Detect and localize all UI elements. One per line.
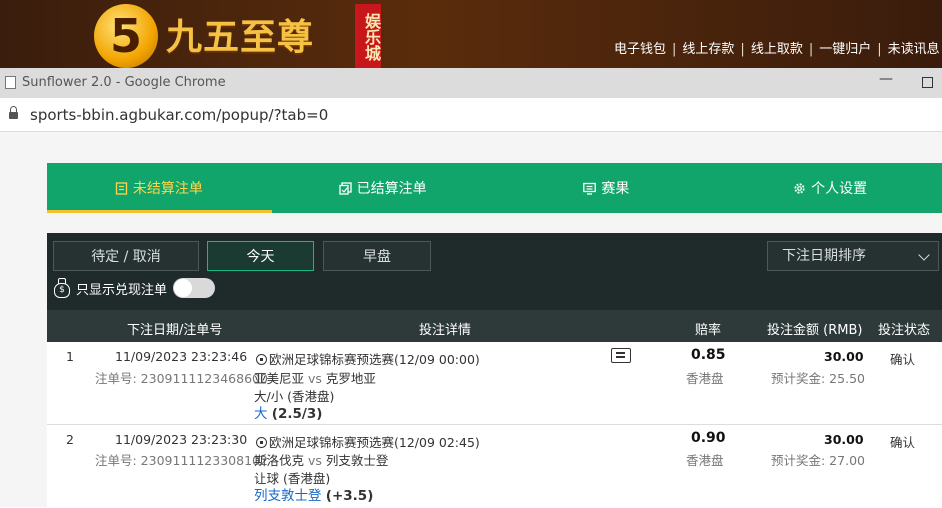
nav-withdraw[interactable]: 线上取款 xyxy=(751,38,803,57)
handicap-line: (2.5/3) xyxy=(271,406,323,422)
row-index: 2 xyxy=(66,432,74,447)
selection-line: 大 (2.5/3) xyxy=(254,402,322,422)
tab-unsettled[interactable]: 未结算注单 xyxy=(47,163,272,213)
receipt-icon xyxy=(115,181,128,195)
league-line: 欧洲足球锦标赛预选赛(12/09 00:00) xyxy=(256,349,480,368)
logo-seal: 娱乐城 xyxy=(355,4,381,68)
row-index: 1 xyxy=(66,349,74,364)
lock-icon xyxy=(9,106,18,120)
cashout-label: 只显示兑现注单 xyxy=(76,282,168,298)
league-name: 欧洲足球锦标赛预选赛(12/09 02:45) xyxy=(269,435,480,450)
selection-line: 列支敦士登 (+3.5) xyxy=(254,484,373,504)
status-badge: 确认 xyxy=(890,352,916,367)
tab-label: 未结算注单 xyxy=(132,181,203,197)
chevron-down-icon xyxy=(918,249,930,261)
match-teams: 斯洛伐克 vs 列支敦士登 xyxy=(254,450,388,469)
bet-datetime: 11/09/2023 23:23:46 xyxy=(115,349,248,364)
nav-messages[interactable]: 未读讯息 xyxy=(888,38,940,57)
scoreboard-icon xyxy=(583,182,597,195)
vs-label: vs xyxy=(308,371,322,386)
soccer-ball-icon xyxy=(256,354,267,365)
logo-emblem: 5 xyxy=(94,4,158,68)
away-team: 列支敦士登 xyxy=(325,453,389,468)
window-title: Sunflower 2.0 - Google Chrome xyxy=(22,75,226,90)
sort-select[interactable]: 下注日期排序 xyxy=(767,241,939,271)
page-icon xyxy=(5,76,16,89)
expected-payout: 预计奖金: 27.00 xyxy=(771,453,865,468)
league-line: 欧洲足球锦标赛预选赛(12/09 02:45) xyxy=(256,432,480,451)
header-amount: 投注金额 (RMB) xyxy=(767,323,863,338)
odds-value: 0.85 xyxy=(691,347,726,363)
tab-label: 已结算注单 xyxy=(356,181,427,197)
site-banner: 5 九五至尊 娱乐城 电子钱包 | 线上存款 | 线上取款 | 一键归户 | 未读讯息 xyxy=(0,0,942,68)
address-bar: sports-bbin.agbukar.com/popup/?tab=0 xyxy=(0,98,942,132)
bet-datetime: 11/09/2023 23:23:30 xyxy=(115,432,248,447)
header-date-ticket: 下注日期/注单号 xyxy=(127,323,223,338)
tab-results[interactable]: 赛果 xyxy=(495,163,719,213)
nav-consolidate[interactable]: 一键归户 xyxy=(819,38,871,57)
window-titlebar: Sunflower 2.0 - Google Chrome — xyxy=(0,68,942,98)
logo-text: 九五至尊 xyxy=(166,16,315,58)
nav-separator: | xyxy=(808,42,814,57)
nav-separator: | xyxy=(877,42,882,57)
cashout-filter: $ 只显示兑现注单 xyxy=(53,278,216,298)
nav-deposit[interactable]: 线上存款 xyxy=(682,38,734,57)
selection: 大 xyxy=(254,406,268,422)
table-header: 下注日期/注单号 投注详情 赔率 投注金额 (RMB) 投注状态 xyxy=(47,310,942,342)
sort-select-value: 下注日期排序 xyxy=(782,248,866,264)
settled-icon xyxy=(338,181,352,195)
money-bag-icon: $ xyxy=(53,278,71,298)
table-row: 2 11/09/2023 23:23:30 注单号: 2309111123308… xyxy=(47,425,942,508)
ticket-number: 注单号: 2309111123468600 xyxy=(95,371,268,386)
nav-separator: | xyxy=(740,42,745,57)
league-name: 欧洲足球锦标赛预选赛(12/09 00:00) xyxy=(269,352,480,367)
stake-amount: 30.00 xyxy=(824,432,864,447)
odds-type: 香港盘 xyxy=(686,371,724,386)
home-team: 亚美尼亚 xyxy=(254,371,305,386)
soccer-ball-icon xyxy=(256,437,267,448)
vs-label: vs xyxy=(308,453,322,468)
away-team: 克罗地亚 xyxy=(325,371,376,386)
tab-label: 个人设置 xyxy=(811,181,868,197)
nav-wallet[interactable]: 电子钱包 xyxy=(614,38,666,57)
table-row: 1 11/09/2023 23:23:46 注单号: 2309111123468… xyxy=(47,342,942,425)
home-team: 斯洛伐克 xyxy=(254,453,305,468)
handicap-line: (+3.5) xyxy=(325,488,374,504)
minimize-button[interactable]: — xyxy=(876,71,896,87)
expected-payout: 预计奖金: 25.50 xyxy=(771,371,865,386)
tab-settings[interactable]: 个人设置 xyxy=(718,163,942,213)
match-teams: 亚美尼亚 vs 克罗地亚 xyxy=(254,368,376,387)
bet-tabs: 未结算注单 已结算注单 赛果 个人设置 xyxy=(47,163,942,213)
url-text[interactable]: sports-bbin.agbukar.com/popup/?tab=0 xyxy=(30,106,328,124)
today-button[interactable]: 今天 xyxy=(207,241,314,271)
header-details: 投注详情 xyxy=(419,323,472,338)
odds-value: 0.90 xyxy=(691,430,726,446)
maximize-button[interactable] xyxy=(922,77,933,88)
site-nav: 电子钱包 | 线上存款 | 线上取款 | 一键归户 | 未读讯息 xyxy=(614,38,940,57)
tab-label: 赛果 xyxy=(601,181,630,197)
nav-separator: | xyxy=(672,42,677,57)
filter-panel: 待定 / 取消 今天 早盘 下注日期排序 $ 只显示兑现注单 xyxy=(47,233,942,310)
early-market-button[interactable]: 早盘 xyxy=(323,241,431,271)
chat-icon[interactable] xyxy=(611,348,631,363)
odds-type: 香港盘 xyxy=(686,453,724,468)
tab-settled[interactable]: 已结算注单 xyxy=(271,163,495,213)
selection: 列支敦士登 xyxy=(254,488,322,504)
ticket-number: 注单号: 2309111123308102 xyxy=(95,453,268,468)
cashout-toggle[interactable] xyxy=(173,278,216,298)
status-badge: 确认 xyxy=(890,435,916,450)
stake-amount: 30.00 xyxy=(824,349,864,364)
gear-icon xyxy=(794,182,805,194)
header-odds: 赔率 xyxy=(695,323,722,338)
pending-cancel-button[interactable]: 待定 / 取消 xyxy=(53,241,199,271)
header-status: 投注状态 xyxy=(878,323,931,338)
